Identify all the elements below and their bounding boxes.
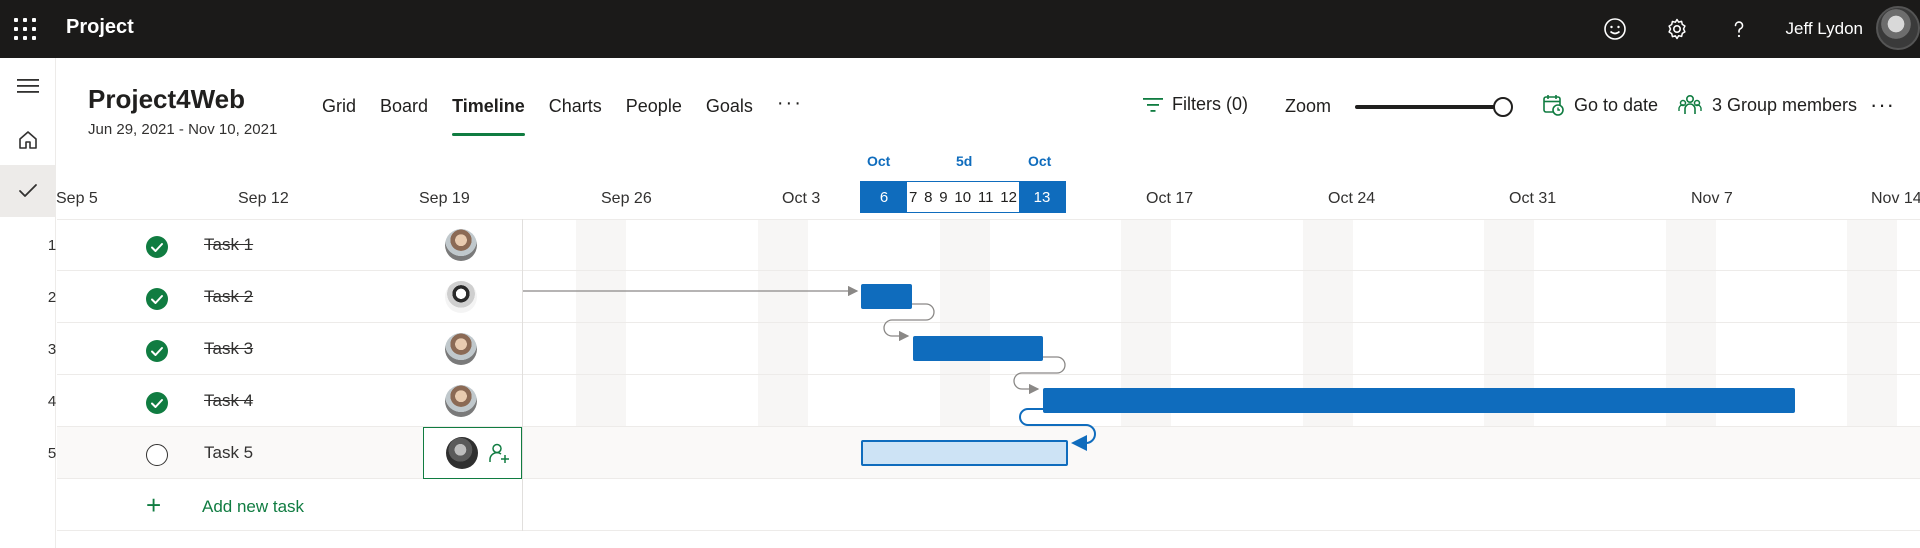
- selection-days: 7 8 9 10 11 12: [907, 182, 1019, 212]
- table-row[interactable]: [57, 219, 1920, 271]
- user-avatar[interactable]: [1876, 6, 1920, 50]
- selection-start-day[interactable]: 6: [861, 182, 907, 212]
- task-bar-task-5[interactable]: [861, 440, 1068, 466]
- week-label-oct31: Oct 31: [1509, 190, 1557, 207]
- zoom-slider[interactable]: [1355, 97, 1513, 117]
- assignee-avatar[interactable]: [445, 281, 477, 313]
- task-name[interactable]: Task 2: [204, 287, 253, 307]
- project-title[interactable]: Project4Web: [88, 84, 245, 115]
- task-bar-task-3[interactable]: [913, 336, 1043, 361]
- hamburger-icon[interactable]: [0, 60, 56, 112]
- go-to-date-label: Go to date: [1574, 94, 1659, 115]
- week-label-sep19: Sep 19: [419, 190, 470, 207]
- assignee-avatar[interactable]: [445, 333, 477, 365]
- help-icon[interactable]: [1724, 14, 1754, 44]
- tab-board[interactable]: Board: [368, 92, 440, 136]
- zoom-label: Zoom: [1285, 96, 1332, 116]
- week-label-sep26: Sep 26: [601, 190, 652, 207]
- task-name[interactable]: Task 4: [204, 391, 253, 411]
- week-label-nov7: Nov 7: [1691, 190, 1733, 207]
- day-label: 7: [909, 188, 918, 206]
- smiley-icon[interactable]: [1600, 14, 1630, 44]
- assign-cell[interactable]: [423, 427, 522, 479]
- table-row[interactable]: [57, 271, 1920, 323]
- row-number: 5: [47, 445, 57, 462]
- add-person-icon[interactable]: [488, 442, 510, 464]
- selection-end-day[interactable]: 13: [1019, 182, 1065, 212]
- add-new-task-button[interactable]: Add new task: [202, 497, 304, 517]
- row-number: 2: [47, 289, 57, 306]
- zoom-slider-thumb[interactable]: [1493, 97, 1513, 117]
- week-label-oct17: Oct 17: [1146, 190, 1194, 207]
- filter-icon: [1143, 97, 1163, 112]
- filters-button[interactable]: Filters (0): [1142, 94, 1248, 115]
- selection-start-month: Oct: [867, 153, 891, 169]
- add-task-row[interactable]: [57, 479, 1920, 531]
- week-label-oct24: Oct 24: [1328, 190, 1376, 207]
- calendar-clock-icon: [1543, 95, 1564, 116]
- day-label: 11: [977, 188, 994, 206]
- tab-grid[interactable]: Grid: [310, 92, 368, 136]
- row-number: 4: [47, 393, 57, 410]
- group-members-label: 3 Group members: [1712, 94, 1858, 115]
- row-number: 3: [47, 341, 57, 358]
- date-range-selection[interactable]: 6 7 8 9 10 11 12 13: [860, 181, 1066, 213]
- filters-label: Filters (0): [1172, 94, 1248, 114]
- gear-icon[interactable]: [1662, 14, 1692, 44]
- row-number: 1: [47, 237, 57, 254]
- day-label: 9: [939, 188, 948, 206]
- checkmark-icon[interactable]: [0, 165, 56, 217]
- selection-end-month: Oct: [1028, 153, 1052, 169]
- more-tabs-button[interactable]: ···: [765, 92, 815, 136]
- selection-duration: 5d: [956, 153, 973, 169]
- add-task-plus-icon[interactable]: +: [146, 492, 161, 518]
- grid-divider: [522, 219, 523, 531]
- top-bar: Project Jeff Lydon: [0, 0, 1920, 58]
- project-dates: Jun 29, 2021 - Nov 10, 2021: [88, 121, 278, 138]
- more-options-button[interactable]: ···: [1870, 92, 1895, 118]
- week-label-nov14: Nov 14: [1871, 190, 1920, 207]
- completed-check-icon[interactable]: [146, 288, 168, 310]
- day-label: 8: [924, 188, 933, 206]
- app-title[interactable]: Project: [66, 16, 134, 39]
- waffle-icon[interactable]: [12, 16, 38, 42]
- home-icon[interactable]: [0, 114, 56, 166]
- tab-people[interactable]: People: [614, 92, 694, 136]
- completed-check-icon[interactable]: [146, 340, 168, 362]
- completed-check-icon[interactable]: [146, 236, 168, 258]
- completed-check-icon[interactable]: [146, 392, 168, 414]
- group-members-button[interactable]: 3 Group members: [1678, 94, 1857, 116]
- task-bar-task-4[interactable]: [1043, 388, 1795, 413]
- task-bar-task-2[interactable]: [861, 284, 912, 309]
- user-name[interactable]: Jeff Lydon: [1785, 19, 1863, 39]
- day-label: 12: [1000, 188, 1017, 206]
- tab-charts[interactable]: Charts: [537, 92, 614, 136]
- week-label-sep5: Sep 5: [56, 190, 98, 207]
- task-name[interactable]: Task 5: [204, 443, 253, 463]
- task-name[interactable]: Task 1: [204, 235, 253, 255]
- assignee-avatar[interactable]: [445, 229, 477, 261]
- week-label-sep12: Sep 12: [238, 190, 289, 207]
- task-rows: [57, 219, 1920, 531]
- assignee-avatar[interactable]: [445, 385, 477, 417]
- tab-goals[interactable]: Goals: [694, 92, 765, 136]
- task-name[interactable]: Task 3: [204, 339, 253, 359]
- assignee-avatar[interactable]: [446, 437, 478, 469]
- tab-timeline[interactable]: Timeline: [440, 92, 537, 136]
- people-icon: [1678, 94, 1702, 114]
- incomplete-circle-icon[interactable]: [146, 444, 168, 466]
- view-tabs: Grid Board Timeline Charts People Goals …: [310, 92, 815, 136]
- week-label-oct3: Oct 3: [782, 190, 821, 207]
- day-label: 10: [954, 188, 972, 206]
- go-to-date-button[interactable]: Go to date: [1542, 94, 1658, 116]
